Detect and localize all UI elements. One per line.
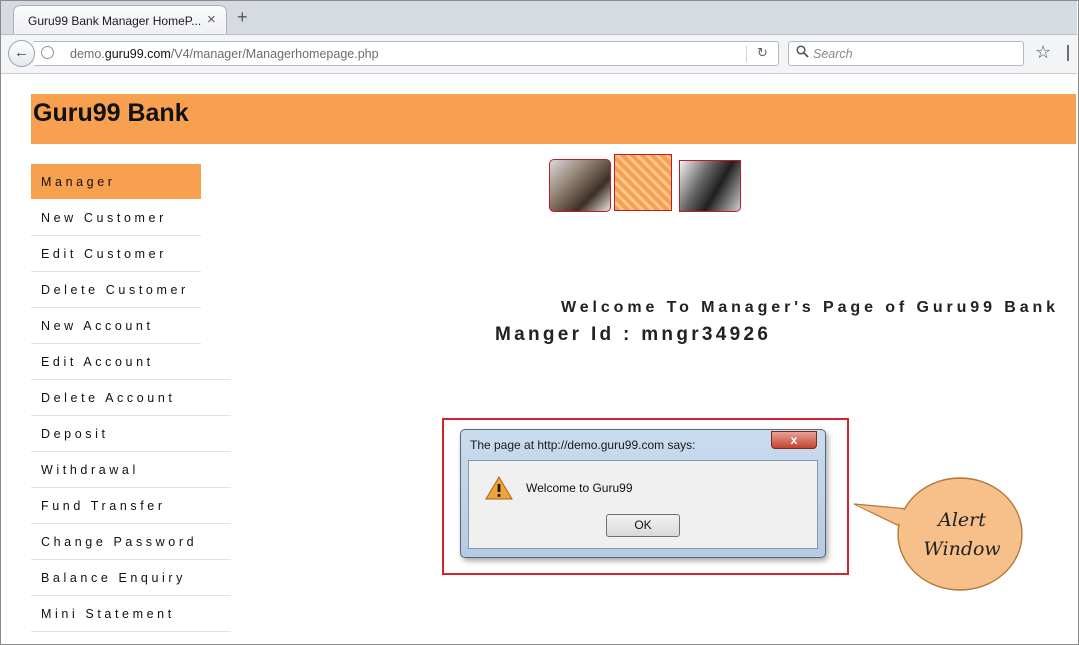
banner-photo-1 [549,159,611,212]
address-bar[interactable]: demo.guru99.com/V4/manager/Managerhomepa… [34,41,779,66]
ok-button[interactable]: OK [606,514,680,537]
sidebar-item-change-password[interactable]: Change Password [31,524,231,560]
sidebar-item-withdrawal[interactable]: Withdrawal [31,452,231,488]
alert-dialog: The page at http://demo.guru99.com says:… [460,429,826,558]
search-icon [796,45,809,61]
url-host: guru99.com [104,47,171,61]
close-tab-icon[interactable]: × [207,11,216,28]
back-button[interactable]: ← [8,40,35,67]
url-text: demo.guru99.com/V4/manager/Managerhomepa… [70,47,379,61]
sidebar-item-new-account[interactable]: New Account [31,308,201,344]
manager-id: Manger Id : mngr34926 [495,324,772,345]
page-title: Guru99 Bank [33,99,189,127]
header-banner: Guru99 Bank [31,94,1076,144]
sidebar-item-deposit[interactable]: Deposit [31,416,231,452]
alert-message: Welcome to Guru99 [526,481,633,495]
sidebar-item-delete-account[interactable]: Delete Account [31,380,231,416]
callout-line-2: Window [923,538,1001,560]
alert-close-button[interactable]: x [771,431,817,449]
sidebar-item-manager[interactable]: Manager [31,164,201,200]
alert-title: The page at http://demo.guru99.com says: [470,438,696,452]
callout-line-1: Alert [938,509,986,531]
sidebar-item-edit-account[interactable]: Edit Account [31,344,231,380]
browser-tab[interactable]: Guru99 Bank Manager HomeP... × [13,5,227,34]
welcome-message: Welcome To Manager's Page of Guru99 Bank [561,299,1059,316]
tab-strip: Guru99 Bank Manager HomeP... × + [1,1,1077,35]
banner-image-strip [548,152,741,214]
sidebar-item-balance-enquiry[interactable]: Balance Enquiry [31,560,231,596]
url-divider [746,46,747,62]
sidebar-item-mini-statement[interactable]: Mini Statement [31,596,231,632]
bookmark-star-icon[interactable]: ☆ [1035,42,1051,63]
navigation-bar: demo.guru99.com/V4/manager/Managerhomepa… [1,35,1077,74]
sidebar-item-edit-customer[interactable]: Edit Customer [31,236,201,272]
banner-photo-2 [614,154,672,211]
new-tab-icon[interactable]: + [237,7,248,28]
reload-icon[interactable]: ↻ [757,45,768,61]
sidebar-menu: Manager New Customer Edit Customer Delet… [31,164,231,632]
search-placeholder: Search [813,47,853,61]
url-prefix: demo. [70,47,105,61]
sidebar-item-fund-transfer[interactable]: Fund Transfer [31,488,231,524]
tab-title: Guru99 Bank Manager HomeP... [28,14,202,28]
sidebar-item-delete-customer[interactable]: Delete Customer [31,272,201,308]
globe-icon [41,46,54,59]
toolbar-overflow-icon[interactable] [1067,45,1077,61]
url-path: /V4/manager/Managerhomepage.php [170,47,379,61]
banner-photo-3 [679,160,741,212]
callout-label: Alert Window [905,506,1019,564]
sidebar-item-new-customer[interactable]: New Customer [31,200,201,236]
alert-body: Welcome to Guru99 OK [468,460,818,549]
warning-icon [485,476,513,500]
search-input[interactable]: Search [788,41,1024,66]
